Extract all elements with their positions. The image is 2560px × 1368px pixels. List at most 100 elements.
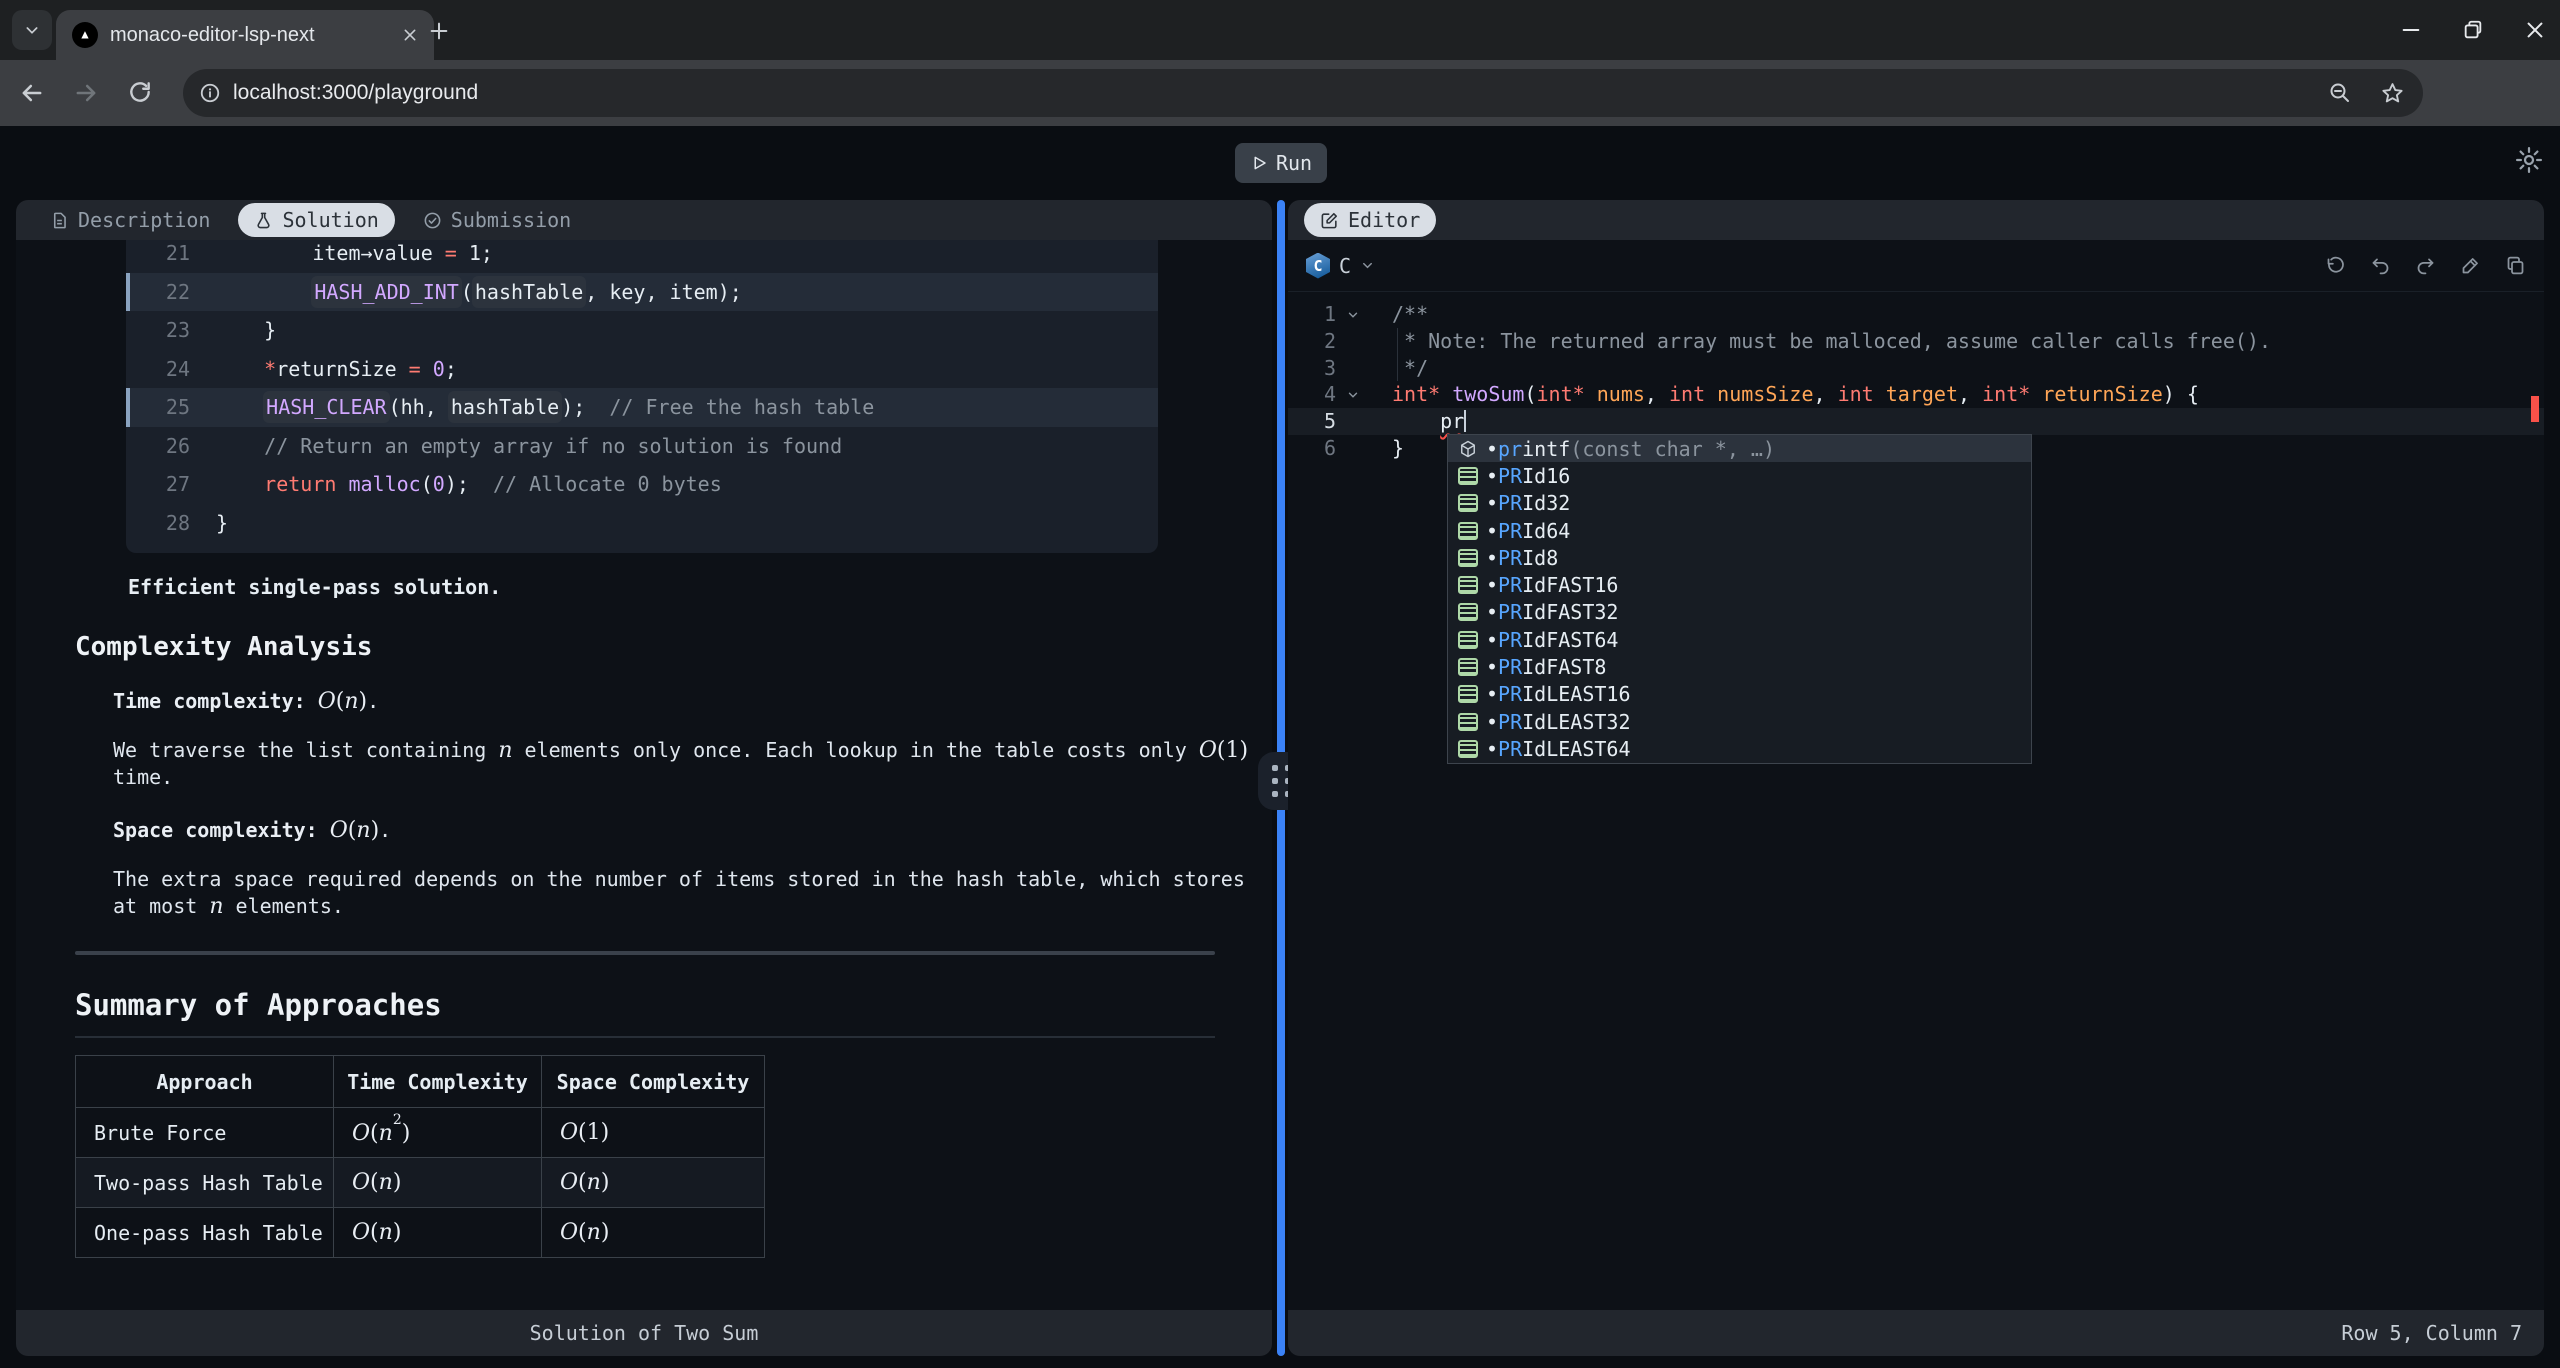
line-number: 24 [140, 357, 190, 381]
method-cube-icon [1456, 438, 1480, 460]
run-button[interactable]: Run [1235, 143, 1327, 183]
tab-label: Solution [282, 208, 378, 232]
new-tab-plus-icon[interactable] [424, 16, 454, 46]
editor-line[interactable]: 2 * Note: The returned array must be mal… [1288, 328, 2544, 355]
browser-window: ▲ monaco-editor-lsp-next [0, 0, 2560, 1368]
table-header: Space Complexity [542, 1056, 765, 1108]
autocomplete-item[interactable]: •PRIdFAST64 [1448, 626, 2031, 653]
autocomplete-label: •PRIdLEAST16 [1486, 682, 1631, 706]
language-selector[interactable]: C C [1306, 253, 1375, 279]
text-symbol-icon [1456, 738, 1480, 760]
zoom-out-icon[interactable] [2328, 81, 2352, 105]
solution-panel: Description Solution Submission 21 item→… [16, 200, 1272, 1356]
reload-icon[interactable] [127, 79, 155, 107]
code-line: 24 *returnSize = 0; [126, 350, 1158, 389]
redo-icon[interactable] [2415, 255, 2436, 276]
code-line: 26 // Return an empty array if no soluti… [126, 427, 1158, 466]
settings-gear-icon[interactable] [2514, 145, 2544, 175]
tab-description[interactable]: Description [42, 203, 218, 237]
error-overview-marker [2531, 396, 2539, 422]
url-field[interactable]: localhost:3000/playground [183, 69, 2423, 117]
text-symbol-icon [1456, 547, 1480, 569]
section-divider [75, 951, 1215, 955]
text-symbol-icon [1456, 656, 1480, 678]
autocomplete-label: •printf [1486, 437, 1570, 461]
text-symbol-icon [1456, 492, 1480, 514]
table-cell: Brute Force [76, 1108, 334, 1158]
autocomplete-label: •PRId64 [1486, 519, 1570, 543]
tab-solution[interactable]: Solution [238, 203, 394, 237]
format-icon[interactable] [2460, 255, 2481, 276]
text-symbol-icon [1456, 465, 1480, 487]
autocomplete-item[interactable]: •PRIdLEAST16 [1448, 681, 2031, 708]
autocomplete-label: •PRIdFAST8 [1486, 655, 1606, 679]
monaco-editor[interactable]: 1/**2 * Note: The returned array must be… [1288, 293, 2544, 1310]
autocomplete-label: •PRIdLEAST32 [1486, 710, 1631, 734]
autocomplete-item[interactable]: •PRId32 [1448, 490, 2031, 517]
tab-submission[interactable]: Submission [415, 203, 579, 237]
tab-editor[interactable]: Editor [1304, 203, 1436, 237]
playground-toolbar: Run [0, 126, 2560, 196]
tab-close-icon[interactable] [402, 27, 418, 43]
text-symbol-icon [1456, 601, 1480, 623]
left-tab-strip: Description Solution Submission [16, 200, 1272, 240]
solution-footer-text: Solution of Two Sum [530, 1321, 759, 1345]
table-cell: Two-pass Hash Table [76, 1158, 334, 1208]
autocomplete-item[interactable]: •PRIdFAST32 [1448, 599, 2031, 626]
line-number: 2 [1288, 328, 1336, 355]
table-header: Time Complexity [334, 1056, 542, 1108]
flask-icon [254, 211, 273, 230]
tab-title: monaco-editor-lsp-next [110, 24, 390, 47]
minimize-icon[interactable] [2400, 19, 2422, 41]
forward-icon[interactable] [72, 79, 100, 107]
editor-line[interactable]: 3 */ [1288, 355, 2544, 382]
autocomplete-label: •PRId16 [1486, 464, 1570, 488]
info-icon[interactable] [199, 82, 221, 104]
autocomplete-label: •PRId8 [1486, 546, 1558, 570]
editor-line[interactable]: 4int* twoSum(int* nums, int numsSize, in… [1288, 381, 2544, 408]
complexity-items: Time complexity: O(n).We traverse the li… [113, 688, 1253, 946]
complexity-item: Time complexity: O(n). [113, 688, 1253, 715]
autocomplete-item[interactable]: •PRIdFAST8 [1448, 653, 2031, 680]
editor-line[interactable]: 1/** [1288, 301, 2544, 328]
autocomplete-item[interactable]: •printf(const char *, …) [1448, 435, 2031, 462]
table-cell: O(n) [542, 1158, 765, 1208]
autocomplete-item[interactable]: •PRIdFAST16 [1448, 571, 2031, 598]
autocomplete-popup: •printf(const char *, …)•PRId16•PRId32•P… [1447, 434, 2032, 764]
autocomplete-item[interactable]: •PRIdLEAST64 [1448, 735, 2031, 762]
line-number: 27 [140, 472, 190, 496]
url-text[interactable]: localhost:3000/playground [233, 81, 2328, 105]
table-row: Two-pass Hash TableO(n)O(n) [76, 1158, 765, 1208]
autocomplete-item[interactable]: •PRId16 [1448, 462, 2031, 489]
favicon-triangle-icon: ▲ [72, 22, 98, 48]
solution-footer: Solution of Two Sum [16, 1310, 1272, 1356]
undo-icon[interactable] [2370, 255, 2391, 276]
restore-icon[interactable] [2462, 19, 2484, 41]
table-cell: O(n2) [334, 1108, 542, 1158]
table-cell: O(1) [542, 1108, 765, 1158]
reset-icon[interactable] [2325, 255, 2346, 276]
copy-icon[interactable] [2505, 255, 2526, 276]
autocomplete-item[interactable]: •PRIdLEAST32 [1448, 708, 2031, 735]
browser-url-bar: localhost:3000/playground f [0, 60, 2560, 126]
bookmark-star-icon[interactable] [2380, 81, 2405, 106]
play-icon [1250, 154, 1268, 172]
code-line: 25 HASH_CLEAR(hh, hashTable); // Free th… [126, 388, 1158, 427]
fold-chevron-icon[interactable] [1346, 381, 1360, 408]
solution-content[interactable]: 21 item→value = 1;22 HASH_ADD_INT(hashTa… [16, 240, 1272, 1310]
back-icon[interactable] [18, 79, 46, 107]
tab-search-chevron-icon[interactable] [12, 10, 52, 50]
line-number: 4 [1288, 381, 1336, 408]
table-header: Approach [76, 1056, 334, 1108]
autocomplete-item[interactable]: •PRId64 [1448, 517, 2031, 544]
autocomplete-label: •PRIdFAST64 [1486, 628, 1618, 652]
browser-tab[interactable]: ▲ monaco-editor-lsp-next [56, 10, 434, 60]
fold-chevron-icon[interactable] [1346, 301, 1360, 328]
chevron-down-icon [1360, 258, 1375, 273]
code-line: 21 item→value = 1; [126, 240, 1158, 273]
editor-line[interactable]: 5 pr [1288, 408, 2544, 435]
line-number: 5 [1288, 408, 1336, 435]
window-close-icon[interactable] [2524, 19, 2546, 41]
autocomplete-item[interactable]: •PRId8 [1448, 544, 2031, 571]
complexity-item: The extra space required depends on the … [113, 866, 1253, 920]
